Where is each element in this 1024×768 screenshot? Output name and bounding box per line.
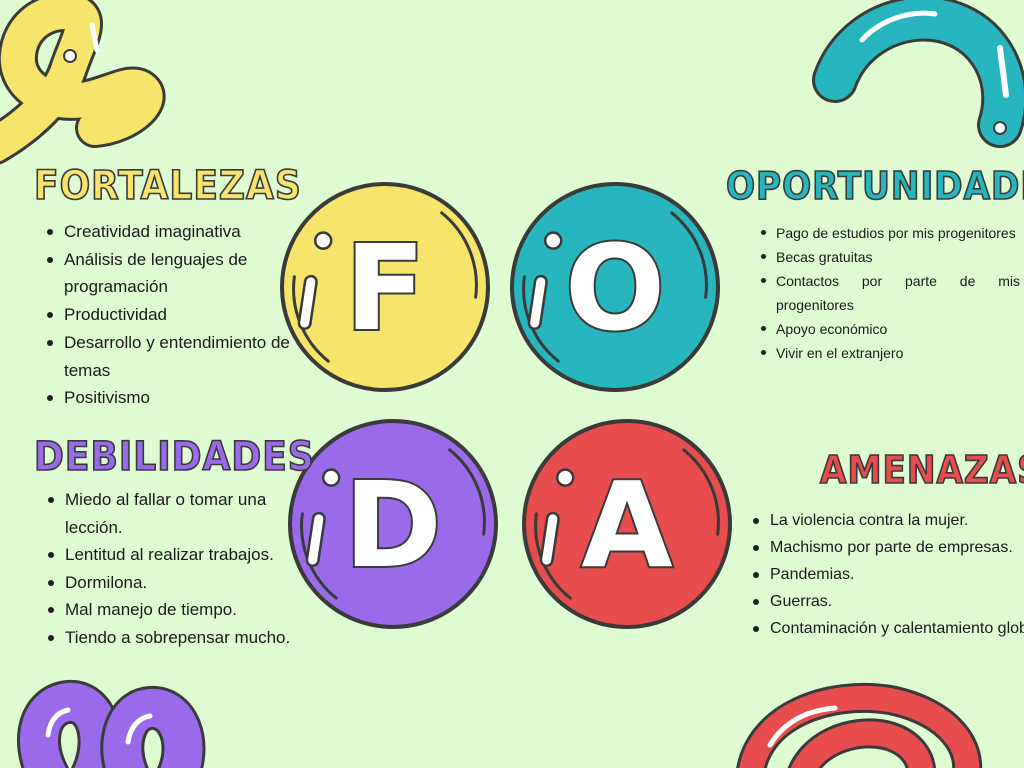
list-item: Guerras. [753, 588, 1024, 615]
circle-f: F [280, 182, 490, 392]
list-item: Desarrollo y entendimiento de temas [47, 329, 309, 384]
circle-letter: O [565, 219, 665, 357]
debilidades-title: DEBILIDADES [33, 433, 315, 481]
amenazas-title: AMENAZAS [819, 447, 1024, 493]
circle-d: D [288, 419, 498, 629]
list-item: Análisis de lenguajes de programación [47, 246, 309, 301]
circle-letter: A [581, 456, 672, 594]
fortalezas-list: Creatividad imaginativa Análisis de leng… [42, 218, 309, 412]
list-item: Mal manejo de tiempo. [48, 596, 295, 624]
list-item: Pago de estudios por mis progenitores [761, 221, 1020, 245]
circle-letter: F [345, 219, 426, 357]
list-item: Contaminación y calentamiento global. [753, 615, 1024, 642]
list-item: Positivismo [47, 384, 309, 412]
debilidades-list: Miedo al fallar o tomar una lección. Len… [43, 486, 295, 651]
list-item: Pandemias. [753, 561, 1024, 588]
list-item: Machismo por parte de empresas. [753, 534, 1024, 561]
list-item: Becas gratuitas [761, 245, 1020, 269]
list-item: Creatividad imaginativa [47, 218, 309, 246]
amenazas-list: La violencia contra la mujer. Machismo p… [748, 507, 1024, 642]
list-item: Vivir en el extranjero [761, 341, 1020, 365]
oportunidades-list: Pago de estudios por mis progenitores Be… [754, 221, 1020, 365]
list-item: Lentitud al realizar trabajos. [48, 541, 295, 569]
list-item: Dormilona. [48, 569, 295, 597]
list-item: Productividad [47, 301, 309, 329]
fortalezas-title: FORTALEZAS [33, 162, 302, 210]
circle-a: A [522, 419, 732, 629]
circle-o: O [510, 182, 720, 392]
list-item: La violencia contra la mujer. [753, 507, 1024, 534]
list-item: Tiendo a sobrepensar mucho. [48, 624, 295, 652]
list-item: Apoyo económico [761, 317, 1020, 341]
oportunidades-title: OPORTUNIDADES [725, 163, 1024, 209]
list-item: Miedo al fallar o tomar una lección. [48, 486, 295, 541]
list-item: Contactos por parte de mis progenitores [761, 269, 1020, 317]
circle-letter: D [344, 456, 442, 594]
